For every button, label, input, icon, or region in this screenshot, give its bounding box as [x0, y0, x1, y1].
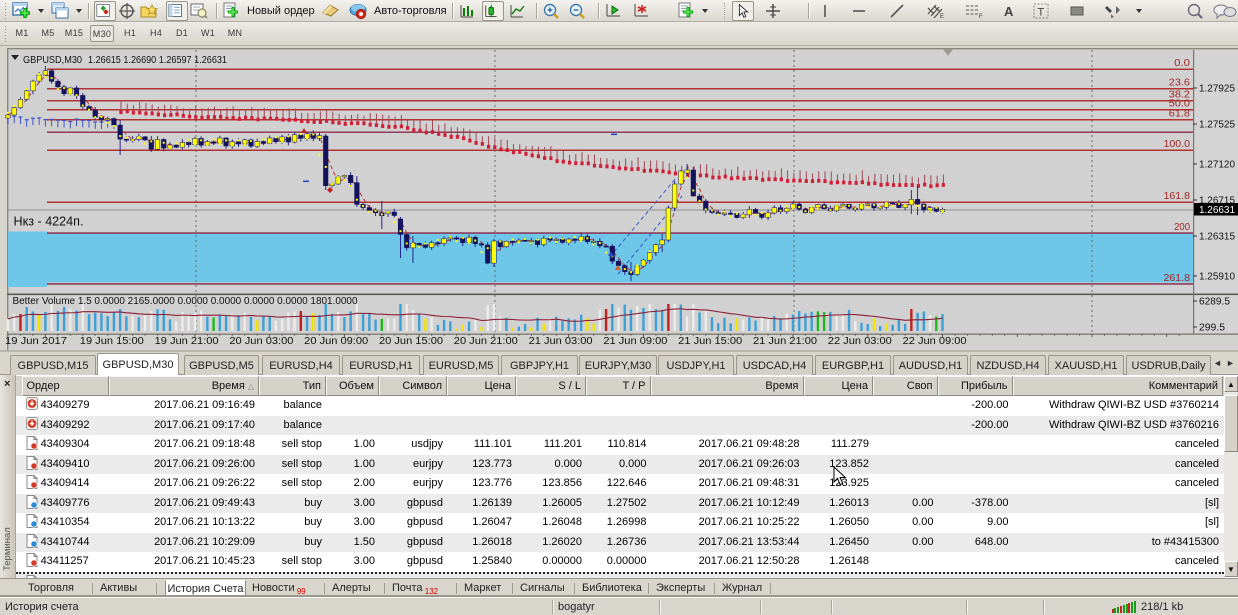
- svg-text:261.8: 261.8: [1164, 273, 1191, 284]
- svg-text:21 Jun 15:00: 21 Jun 15:00: [678, 336, 742, 347]
- svg-text:6289.5: 6289.5: [1199, 297, 1230, 308]
- svg-text:61.8: 61.8: [1169, 109, 1191, 120]
- svg-text:19 Jun 15:00: 19 Jun 15:00: [80, 336, 144, 347]
- svg-text:19 Jun 21:00: 19 Jun 21:00: [155, 336, 219, 347]
- svg-text:1.27525: 1.27525: [1199, 120, 1235, 131]
- svg-text:1.27925: 1.27925: [1199, 84, 1235, 95]
- svg-text:21 Jun 03:00: 21 Jun 03:00: [529, 336, 593, 347]
- svg-text:1.26615 1.26690 1.26597 1.2663: 1.26615 1.26690 1.26597 1.26631: [88, 55, 227, 66]
- svg-text:1.26631: 1.26631: [1199, 205, 1235, 216]
- svg-text:22 Jun 03:00: 22 Jun 03:00: [828, 336, 892, 347]
- svg-text:100.0: 100.0: [1164, 139, 1191, 150]
- svg-text:Нкз - 4224п.: Нкз - 4224п.: [14, 215, 84, 229]
- svg-text:19 Jun 2017: 19 Jun 2017: [5, 336, 67, 347]
- svg-text:21 Jun 21:00: 21 Jun 21:00: [753, 336, 817, 347]
- svg-text:23.6: 23.6: [1169, 78, 1191, 89]
- svg-text:0.0: 0.0: [1174, 58, 1190, 69]
- svg-text:E: E: [940, 14, 944, 20]
- svg-text:20 Jun 03:00: 20 Jun 03:00: [229, 336, 293, 347]
- svg-text:GBPUSD,M30: GBPUSD,M30: [23, 55, 82, 66]
- svg-text:F: F: [979, 14, 983, 20]
- svg-text:161.8: 161.8: [1164, 191, 1191, 202]
- svg-text:20 Jun 09:00: 20 Jun 09:00: [304, 336, 368, 347]
- svg-text:22 Jun 09:00: 22 Jun 09:00: [903, 336, 967, 347]
- svg-text:A: A: [1004, 4, 1014, 19]
- svg-text:200: 200: [1174, 222, 1190, 233]
- svg-text:21 Jun 09:00: 21 Jun 09:00: [603, 336, 667, 347]
- svg-text:1.25910: 1.25910: [1199, 272, 1235, 283]
- svg-text:299.5: 299.5: [1199, 323, 1225, 334]
- svg-text:Better Volume 1.5 0.0000 2165.: Better Volume 1.5 0.0000 2165.0000 0.000…: [13, 296, 358, 307]
- svg-text:1.27120: 1.27120: [1199, 160, 1235, 171]
- svg-text:20 Jun 15:00: 20 Jun 15:00: [379, 336, 443, 347]
- svg-text:T: T: [1038, 7, 1045, 19]
- svg-text:20 Jun 21:00: 20 Jun 21:00: [454, 336, 518, 347]
- svg-text:1.26315: 1.26315: [1199, 232, 1235, 243]
